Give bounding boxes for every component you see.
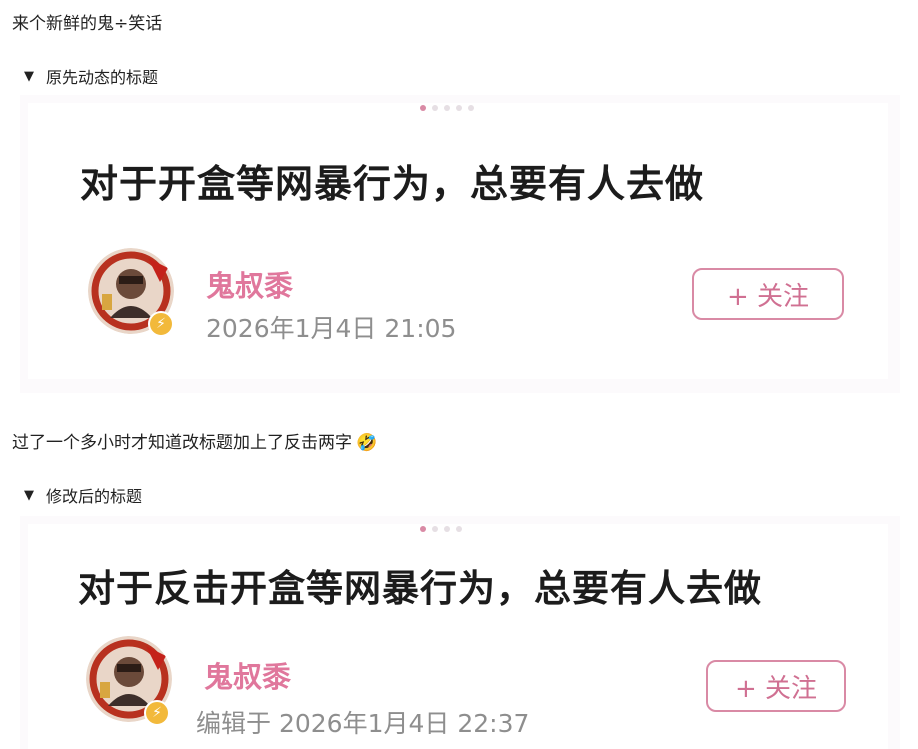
carousel-dot xyxy=(444,105,450,111)
post-timestamp: 编辑于 2026年1月4日 22:37 xyxy=(196,709,530,738)
post-title: 对于开盒等网暴行为，总要有人去做 xyxy=(80,162,705,206)
post-card: 对于开盒等网暴行为，总要有人去做 ⚡ 鬼叔黍 2026年1月4日 21:05 +… xyxy=(28,103,888,379)
post-card: 对于反击开盒等网暴行为，总要有人去做 ⚡ 鬼叔黍 编辑于 2026年1月4日 2… xyxy=(28,524,888,749)
carousel-dot xyxy=(432,526,438,532)
carousel-dot xyxy=(444,526,450,532)
carousel-dot xyxy=(468,105,474,111)
carousel-dot xyxy=(456,526,462,532)
follow-button[interactable]: + 关注 xyxy=(692,268,844,320)
author-name[interactable]: 鬼叔黍 xyxy=(206,263,293,305)
between-text: 过了一个多小时才知道改标题加上了反击两字 xyxy=(12,433,352,453)
details-summary-edited-title[interactable]: ▼ 修改后的标题 xyxy=(24,483,142,507)
disclosure-triangle-icon: ▼ xyxy=(24,68,34,84)
post-title: 对于反击开盒等网暴行为，总要有人去做 xyxy=(78,567,762,610)
verified-badge-icon: ⚡ xyxy=(144,700,170,726)
screenshot-edited-post: 对于反击开盒等网暴行为，总要有人去做 ⚡ 鬼叔黍 编辑于 2026年1月4日 2… xyxy=(20,516,900,749)
carousel-dot xyxy=(432,105,438,111)
carousel-indicator xyxy=(420,105,474,111)
details-summary-original-title[interactable]: ▼ 原先动态的标题 xyxy=(24,64,158,88)
summary-label: 修改后的标题 xyxy=(46,487,143,506)
screenshot-original-post: 对于开盒等网暴行为，总要有人去做 ⚡ 鬼叔黍 2026年1月4日 21:05 +… xyxy=(20,95,900,393)
carousel-indicator xyxy=(420,526,462,532)
post-between-text: 过了一个多小时才知道改标题加上了反击两字 🤣 xyxy=(12,428,377,453)
summary-label: 原先动态的标题 xyxy=(46,68,159,87)
verified-badge-icon: ⚡ xyxy=(148,311,174,337)
post-timestamp: 2026年1月4日 21:05 xyxy=(206,314,457,343)
rofl-emoji-icon: 🤣 xyxy=(356,433,378,453)
carousel-dot-active xyxy=(420,526,426,532)
carousel-dot-active xyxy=(420,105,426,111)
author-name[interactable]: 鬼叔黍 xyxy=(204,654,291,696)
post-intro-text: 来个新鲜的鬼÷笑话 xyxy=(12,14,163,34)
carousel-dot xyxy=(456,105,462,111)
disclosure-triangle-icon: ▼ xyxy=(24,487,34,503)
follow-button[interactable]: + 关注 xyxy=(706,660,846,712)
